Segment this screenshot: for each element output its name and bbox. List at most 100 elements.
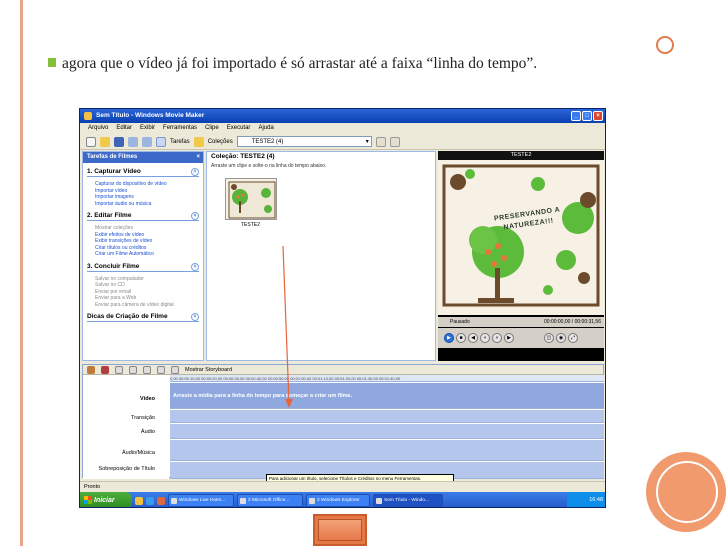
menu-exibir[interactable]: Exibir [140, 123, 155, 134]
taskbar-button-movie-maker[interactable]: Sem Título - Windo... [373, 494, 443, 507]
close-tasks-icon[interactable]: × [196, 152, 200, 163]
tasks-icon[interactable] [156, 136, 166, 147]
fast-forward-icon[interactable]: » [492, 333, 502, 343]
menu-arquivo[interactable]: Arquivo [88, 123, 108, 134]
track-label-video[interactable]: Vídeo [140, 396, 155, 402]
storyboard-icon[interactable] [171, 365, 179, 374]
folder-up-icon[interactable] [375, 136, 386, 147]
section-tips-title: Dicas de Criação de Filme [87, 313, 168, 320]
section-tips-header[interactable]: Dicas de Criação de Filme ˄ [87, 312, 199, 322]
zoom-out-icon[interactable] [129, 365, 137, 374]
video-track-drop-hint: Arraste a mídia para a linha do tempo pa… [173, 393, 353, 399]
split-clip-icon[interactable]: ◫ [544, 333, 554, 343]
rewind-icon[interactable]: « [480, 333, 490, 343]
menu-ferramentas[interactable]: Ferramentas [163, 123, 197, 134]
chevron-up-icon[interactable]: ˄ [191, 168, 199, 176]
minimize-icon[interactable]: _ [571, 111, 581, 121]
playback-time: 00:00:00,00 / 00:00:31,56 [544, 319, 601, 325]
tasks-pane-title: Tarefas de Filmes [87, 154, 138, 160]
previous-frame-icon[interactable]: ◀ [468, 333, 478, 343]
quicklaunch-icon[interactable] [146, 496, 154, 505]
quicklaunch-icon[interactable] [135, 496, 143, 505]
zoom-in-icon[interactable] [115, 365, 123, 374]
movie-maker-screenshot: Sem Título - Windows Movie Maker _ □ × A… [79, 108, 606, 508]
undo-icon[interactable] [128, 136, 138, 147]
window-titlebar[interactable]: Sem Título - Windows Movie Maker _ □ × [80, 109, 605, 123]
start-label: Iniciar [94, 497, 115, 504]
preview-monitor: TESTE2 PRESERVANDO A NATUREZA!!! Pausado… [438, 151, 604, 361]
playback-status: Pausado 00:00:00,00 / 00:00:31,56 [438, 317, 604, 327]
snapshot-icon[interactable]: ◉ [556, 333, 566, 343]
audio-track[interactable] [170, 423, 604, 439]
window-title: Sem Título - Windows Movie Maker [96, 112, 205, 119]
section-finish-header[interactable]: 3. Concluir Filme ˄ [87, 262, 199, 272]
maximize-icon[interactable]: □ [582, 111, 592, 121]
collections-icon[interactable] [193, 136, 204, 147]
quicklaunch-icon[interactable] [157, 496, 165, 505]
section-edit-header[interactable]: 2. Editar Filme ˄ [87, 211, 199, 221]
track-label-audio-music: Áudio/Música [121, 450, 155, 456]
transition-track[interactable] [170, 409, 604, 423]
track-label-transition: Transição [131, 415, 155, 421]
tasks-button[interactable]: Tarefas [170, 139, 190, 145]
video-track[interactable]: Arraste a mídia para a linha do tempo pa… [170, 382, 604, 409]
task-import-audio[interactable]: Importar áudio ou música [95, 201, 199, 208]
playback-state: Pausado [450, 319, 470, 325]
collection-select[interactable]: TESTE2 (4) [236, 136, 372, 147]
taskbar-button-office[interactable]: 2 Microsoft Office... [237, 494, 303, 507]
audio-music-track[interactable] [170, 439, 604, 461]
rewind-timeline-icon[interactable] [143, 365, 151, 374]
playback-controls: ▶ ■ ◀ « » ▶ ◫ ◉ ⤢ [438, 328, 604, 348]
bullet-square-icon [48, 58, 56, 67]
fullscreen-icon[interactable]: ⤢ [568, 333, 578, 343]
main-toolbar: Tarefas Coleções TESTE2 (4) [80, 134, 605, 150]
taskbar-button-explorer[interactable]: 2 Windows Explorer [306, 494, 370, 507]
play-icon[interactable]: ▶ [444, 333, 454, 343]
task-automovie[interactable]: Criar um Filme Automático [95, 251, 199, 258]
menu-editar[interactable]: Editar [116, 123, 132, 134]
task-send-dv-camera: Enviar para câmera de vídeo digital [95, 301, 174, 308]
collections-button[interactable]: Coleções [208, 139, 233, 145]
timeline-ruler[interactable]: 0,00 00:00:10,00 00:00:20,00 00:00:30,00… [170, 375, 604, 382]
close-icon[interactable]: × [593, 111, 603, 121]
timeline-tracks: 0,00 00:00:10,00 00:00:20,00 00:00:30,00… [170, 375, 604, 479]
next-frame-icon[interactable]: ▶ [504, 333, 514, 343]
save-icon[interactable] [114, 136, 124, 147]
section-finish-title: 3. Concluir Filme [87, 262, 140, 270]
collection-title: Coleção: TESTE2 (4) [211, 153, 275, 160]
set-audio-levels-icon[interactable] [87, 365, 95, 374]
show-storyboard-button[interactable]: Mostrar Storyboard [185, 367, 232, 373]
tray-clock[interactable]: 16:48 [589, 497, 603, 503]
new-project-icon[interactable] [86, 136, 96, 147]
redo-icon[interactable] [142, 136, 152, 147]
section-capture-header[interactable]: 1. Capturar Vídeo ˄ [87, 167, 199, 177]
menu-executar[interactable]: Executar [227, 123, 251, 134]
clip-caption: TESTE2 [241, 222, 260, 228]
clip-thumbnail[interactable] [225, 178, 277, 220]
status-bar: Pronto [80, 481, 605, 491]
preview-screen: PRESERVANDO A NATUREZA!!! [438, 160, 604, 315]
stop-icon[interactable]: ■ [456, 333, 466, 343]
slide-left-rule [20, 0, 23, 546]
narrate-timeline-icon[interactable] [101, 365, 109, 374]
section-edit-title: 2. Editar Filme [87, 212, 132, 219]
clip-thumbnail-image [226, 179, 276, 219]
chevron-up-icon[interactable]: ˄ [191, 212, 199, 220]
menu-ajuda[interactable]: Ajuda [258, 123, 273, 134]
chevron-up-icon[interactable]: ˄ [191, 313, 199, 321]
slide-bullet: agora que o vídeo já foi importado é só … [44, 52, 644, 75]
slide-nav-button[interactable] [313, 514, 367, 546]
view-options-icon[interactable] [389, 136, 400, 147]
window-controls: _ □ × [571, 111, 603, 121]
open-folder-icon[interactable] [100, 136, 110, 147]
timeline-toolbar: Mostrar Storyboard [83, 365, 603, 375]
menu-clipe[interactable]: Clipe [205, 123, 219, 134]
decorative-ring [656, 461, 718, 523]
start-button[interactable]: Iniciar [80, 492, 132, 507]
taskbar-button-hotmail[interactable]: Windows Live Hotm... [168, 494, 234, 507]
chevron-up-icon[interactable]: ˄ [191, 262, 199, 271]
preview-title: TESTE2 [438, 151, 604, 160]
play-timeline-icon[interactable] [157, 365, 165, 374]
section-capture: 1. Capturar Vídeo ˄ Capturar do dispositi… [87, 167, 199, 207]
bullet-text: agora que o vídeo já foi importado é só … [62, 55, 538, 72]
